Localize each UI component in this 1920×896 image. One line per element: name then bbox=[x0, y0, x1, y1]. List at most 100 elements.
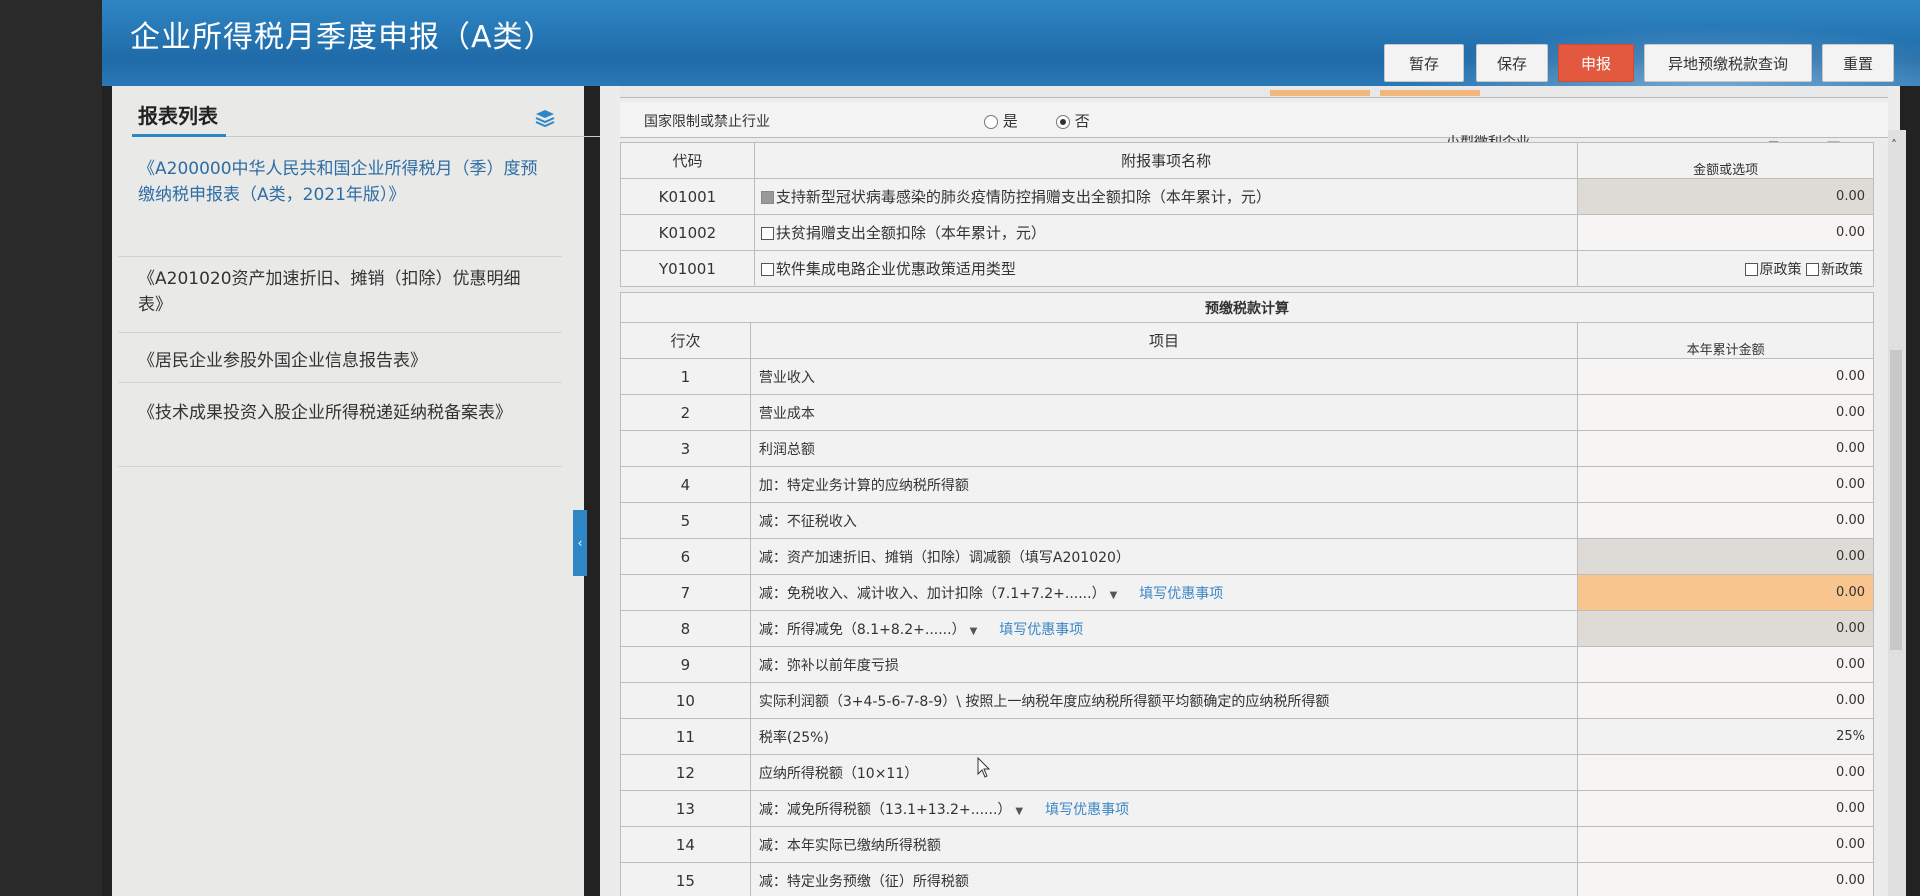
dropdown-caret-icon[interactable]: ▼ bbox=[1110, 590, 1118, 601]
fill-preference-link[interactable]: 填写优惠事项 bbox=[1045, 802, 1129, 818]
fill-preference-link[interactable]: 填写优惠事项 bbox=[1139, 586, 1223, 602]
line-number-cell: 4 bbox=[620, 466, 751, 503]
amount-input[interactable]: 0.00 bbox=[1577, 538, 1874, 575]
radio-checked-icon[interactable] bbox=[1056, 114, 1070, 129]
fill-preference-link[interactable]: 填写优惠事项 bbox=[999, 622, 1083, 638]
new-policy-checkbox[interactable] bbox=[1806, 263, 1819, 276]
line-number-cell: 15 bbox=[620, 862, 751, 896]
item-label: 加：特定业务计算的应纳税所得额 bbox=[758, 477, 969, 494]
col-header-name: 附报事项名称 bbox=[753, 142, 1579, 179]
line-number-cell: 5 bbox=[620, 502, 751, 539]
sidebar-item-a201020[interactable]: 《A201020资产加速折旧、摊销（扣除）优惠明细表》 bbox=[138, 266, 538, 318]
sidebar-item-foreign-info[interactable]: 《居民企业参股外国企业信息报告表》 bbox=[138, 348, 538, 374]
table-row: K01001 支持新型冠状病毒感染的肺炎疫情防控捐赠支出全额扣除（本年累计，元）… bbox=[620, 178, 1874, 215]
amount-input[interactable]: 0.00 bbox=[1577, 826, 1874, 863]
screen: 企业所得税月季度申报（A类） 暂存 保存 申报 异地预缴税款查询 重置 报表列表… bbox=[0, 0, 1920, 896]
amount-input[interactable]: 0.00 bbox=[1577, 214, 1874, 251]
line-number-cell: 12 bbox=[620, 754, 751, 791]
item-label: 减：弥补以前年度亏损 bbox=[758, 657, 899, 674]
item-label: 减：所得减免（8.1+8.2+......） bbox=[758, 621, 966, 638]
remote-prepay-query-button[interactable]: 异地预缴税款查询 bbox=[1644, 44, 1812, 82]
item-label: 税率(25%) bbox=[758, 729, 829, 746]
checkbox-icon[interactable] bbox=[760, 227, 774, 240]
sidebar-item-a200000[interactable]: 《A200000中华人民共和国企业所得税月（季）度预缴纳税申报表（A类，2021… bbox=[138, 156, 538, 208]
table-row: 2 营业成本 0.00 bbox=[620, 394, 1874, 431]
restricted-industry-yes[interactable]: 是 bbox=[984, 110, 1018, 131]
amount-input[interactable]: 0.00 bbox=[1577, 862, 1874, 896]
item-cell: 税率(25%) bbox=[749, 718, 1579, 755]
table-row: 15 减：特定业务预缴（征）所得税额 0.00 bbox=[620, 862, 1874, 896]
item-label: 实际利润额（3+4-5-6-7-8-9）\ 按照上一纳税年度应纳税所得额平均额确… bbox=[758, 693, 1330, 710]
scroll-up-arrow-icon[interactable]: ˄ bbox=[1891, 138, 1903, 152]
table-top-strip bbox=[620, 86, 1888, 98]
item-label: 营业成本 bbox=[758, 405, 815, 422]
item-cell: 减：所得减免（8.1+8.2+......） ▼ 填写优惠事项 bbox=[749, 610, 1579, 647]
line-number-cell: 11 bbox=[620, 718, 751, 755]
name-cell: 软件集成电路企业优惠政策适用类型 bbox=[753, 250, 1579, 287]
col-header-amount: 本年累计金额 bbox=[1577, 322, 1874, 359]
sidebar-item-tech-investment[interactable]: 《技术成果投资入股企业所得税递延纳税备案表》 bbox=[138, 400, 538, 426]
amount-input[interactable]: 0.00 bbox=[1577, 574, 1874, 611]
declare-button[interactable]: 申报 bbox=[1558, 44, 1634, 82]
sidebar-separator bbox=[118, 332, 562, 333]
item-label: 支持新型冠状病毒感染的肺炎疫情防控捐赠支出全额扣除（本年累计，元） bbox=[775, 188, 1271, 206]
item-cell: 减：本年实际已缴纳所得税额 bbox=[749, 826, 1579, 863]
amount-input[interactable]: 0.00 bbox=[1577, 430, 1874, 467]
item-cell: 减：不征税收入 bbox=[749, 502, 1579, 539]
reset-button[interactable]: 重置 bbox=[1822, 44, 1894, 82]
table-row: 14 减：本年实际已缴纳所得税额 0.00 bbox=[620, 826, 1874, 863]
item-label: 营业收入 bbox=[758, 369, 815, 386]
line-number-cell: 14 bbox=[620, 826, 751, 863]
name-cell: 扶贫捐赠支出全额扣除（本年累计，元） bbox=[753, 214, 1579, 251]
save-button[interactable]: 保存 bbox=[1476, 44, 1548, 82]
amount-input[interactable]: 0.00 bbox=[1577, 466, 1874, 503]
line-number-cell: 1 bbox=[620, 358, 751, 395]
table-row: K01002 扶贫捐赠支出全额扣除（本年累计，元） 0.00 bbox=[620, 214, 1874, 251]
table-row: 1 营业收入 0.00 bbox=[620, 358, 1874, 395]
line-number-cell: 8 bbox=[620, 610, 751, 647]
amount-input[interactable]: 0.00 bbox=[1577, 358, 1874, 395]
item-cell: 加：特定业务计算的应纳税所得额 bbox=[749, 466, 1579, 503]
dropdown-caret-icon[interactable]: ▼ bbox=[970, 626, 978, 637]
sidebar-collapse-handle[interactable]: ‹ bbox=[573, 510, 587, 576]
header-cell-highlight bbox=[1270, 90, 1370, 96]
old-policy-label: 原政策 bbox=[1759, 261, 1802, 278]
amount-input[interactable]: 0.00 bbox=[1577, 646, 1874, 683]
table-row: 9 减：弥补以前年度亏损 0.00 bbox=[620, 646, 1874, 683]
restricted-industry-no[interactable]: 否 bbox=[1056, 110, 1090, 131]
sidebar-separator bbox=[118, 256, 562, 257]
table-row: 6 减：资产加速折旧、摊销（扣除）调减额（填写A201020） 0.00 bbox=[620, 538, 1874, 575]
item-cell: 减：弥补以前年度亏损 bbox=[749, 646, 1579, 683]
checkbox-icon[interactable] bbox=[760, 263, 774, 276]
amount-input[interactable]: 0.00 bbox=[1577, 790, 1874, 827]
item-cell: 应纳所得税额（10×11） bbox=[749, 754, 1579, 791]
amount-input[interactable]: 0.00 bbox=[1577, 610, 1874, 647]
table-row: 12 应纳所得税额（10×11） 0.00 bbox=[620, 754, 1874, 791]
checkbox-icon[interactable] bbox=[760, 191, 774, 204]
scrollbar-thumb[interactable] bbox=[1890, 350, 1902, 650]
item-cell: 营业收入 bbox=[749, 358, 1579, 395]
line-number-cell: 10 bbox=[620, 682, 751, 719]
old-policy-checkbox[interactable] bbox=[1744, 263, 1758, 276]
table-row: 13 减：减免所得税额（13.1+13.2+......） ▼ 填写优惠事项 0.00 bbox=[620, 790, 1874, 827]
amount-input[interactable]: 0.00 bbox=[1577, 502, 1874, 539]
amount-input[interactable]: 25% bbox=[1577, 718, 1874, 755]
item-cell: 减：减免所得税额（13.1+13.2+......） ▼ 填写优惠事项 bbox=[749, 790, 1579, 827]
temp-save-button[interactable]: 暂存 bbox=[1384, 44, 1464, 82]
amount-input[interactable]: 0.00 bbox=[1577, 394, 1874, 431]
line-number-cell: 13 bbox=[620, 790, 751, 827]
item-label: 减：不征税收入 bbox=[758, 513, 857, 530]
industry-row: 国家限制或禁止行业 是 否 小型微利企业 bbox=[620, 102, 1888, 151]
item-label: 应纳所得税额（10×11） bbox=[758, 765, 919, 782]
radio-icon[interactable] bbox=[984, 114, 998, 129]
amount-input[interactable]: 0.00 bbox=[1577, 682, 1874, 719]
col-header-line: 行次 bbox=[620, 322, 751, 359]
item-cell: 营业成本 bbox=[749, 394, 1579, 431]
dropdown-caret-icon[interactable]: ▼ bbox=[1015, 806, 1023, 817]
col-header-code: 代码 bbox=[620, 142, 755, 179]
item-cell: 实际利润额（3+4-5-6-7-8-9）\ 按照上一纳税年度应纳税所得额平均额确… bbox=[749, 682, 1579, 719]
amount-input[interactable]: 0.00 bbox=[1577, 754, 1874, 791]
col-header-item: 项目 bbox=[749, 322, 1579, 359]
layers-icon[interactable] bbox=[534, 108, 556, 128]
new-policy-label: 新政策 bbox=[1821, 261, 1863, 278]
